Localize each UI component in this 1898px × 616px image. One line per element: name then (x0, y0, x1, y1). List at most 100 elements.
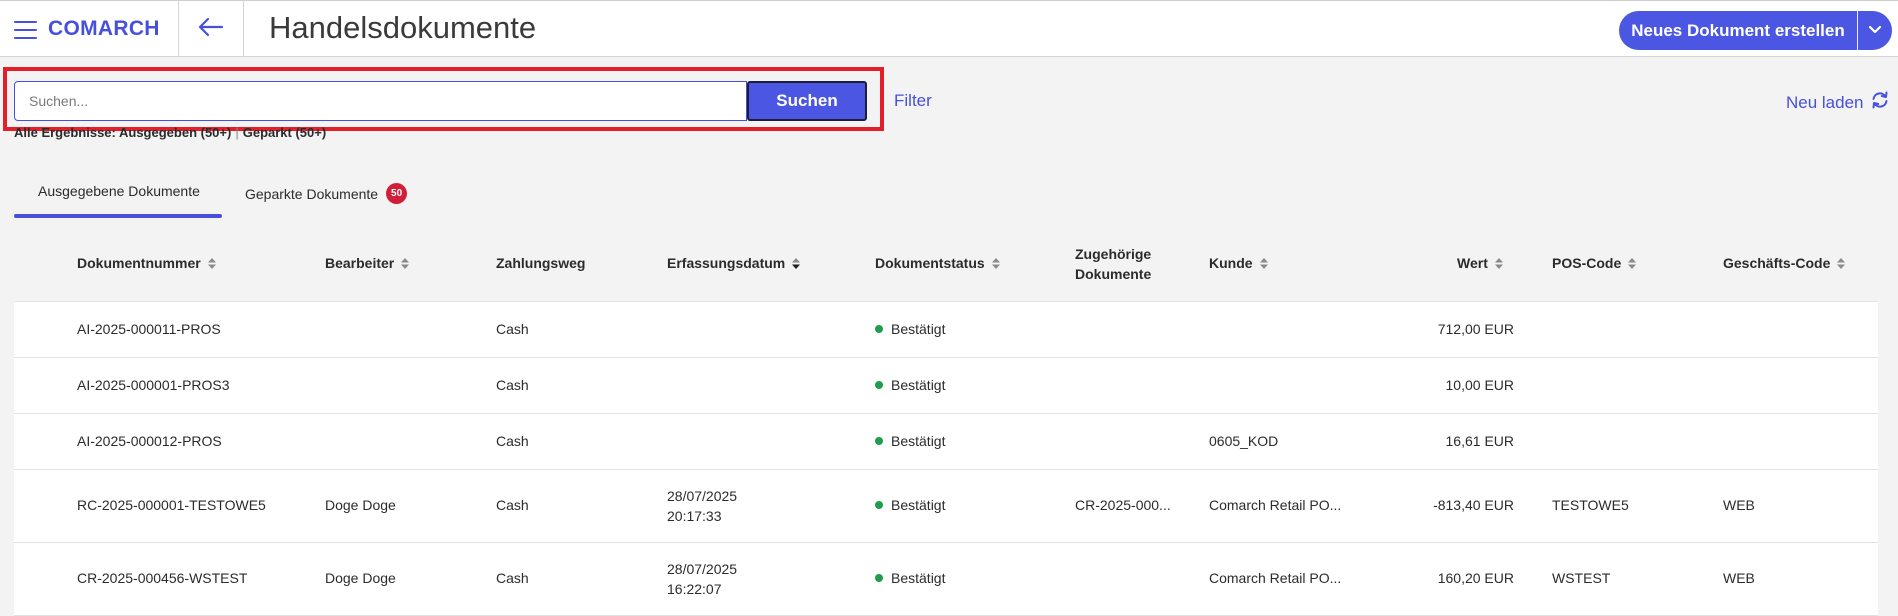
tab-parked-documents[interactable]: Geparkte Dokumente 50 (245, 183, 408, 204)
new-document-split-button: Neues Dokument erstellen (1619, 11, 1892, 50)
status-label: Bestätigt (891, 570, 946, 586)
chevron-down-icon (1868, 22, 1882, 40)
cell-date: 28/07/2025 16:22:07 (667, 559, 737, 599)
menu-icon[interactable] (14, 21, 37, 39)
status-dot-icon (875, 437, 883, 445)
results-summary: Alle Ergebnisse: Ausgegeben (50+) | Gepark… (14, 125, 326, 141)
refresh-icon (1870, 91, 1890, 114)
status-dot-icon (875, 381, 883, 389)
cell-value: 712,00 EUR (1437, 321, 1514, 337)
cell-value: 10,00 EUR (1445, 377, 1514, 393)
status-dot-icon (875, 574, 883, 582)
arrow-left-icon (198, 17, 224, 42)
column-label-line1: Zugehörige (1075, 246, 1152, 262)
sort-icon[interactable] (1627, 257, 1637, 270)
cell-value: 160,20 EUR (1437, 570, 1514, 586)
column-header-pos-code[interactable]: POS-Code (1552, 255, 1637, 271)
comarch-logo: COMARCH (48, 17, 160, 40)
cell-doc-number: CR-2025-000456-WSTEST (77, 570, 248, 586)
column-header-date[interactable]: Erfassungsdatum (667, 255, 801, 271)
cell-payment: Cash (496, 377, 529, 393)
cell-date: 28/07/2025 20:17:33 (667, 486, 737, 526)
status-dot-icon (875, 325, 883, 333)
time-value: 20:17:33 (667, 508, 722, 524)
cell-clerk: Doge Doge (325, 497, 396, 513)
sort-icon[interactable] (991, 257, 1001, 270)
sort-icon[interactable] (207, 257, 217, 270)
new-document-dropdown-button[interactable] (1858, 11, 1892, 50)
cell-payment: Cash (496, 321, 529, 337)
cell-payment: Cash (496, 570, 529, 586)
cell-value: -813,40 EUR (1433, 497, 1514, 513)
table-row[interactable]: AI-2025-000012-PROS Cash Bestätigt 0605_… (14, 414, 1878, 470)
cell-status: Bestätigt (875, 377, 945, 393)
split-divider (1857, 11, 1858, 50)
column-header-payment: Zahlungsweg (496, 255, 585, 271)
new-document-button[interactable]: Neues Dokument erstellen (1619, 11, 1857, 50)
cell-payment: Cash (496, 497, 529, 513)
cell-pos-code: WSTEST (1552, 570, 1611, 586)
column-header-clerk[interactable]: Bearbeiter (325, 255, 410, 271)
cell-status: Bestätigt (875, 497, 945, 513)
cell-status: Bestätigt (875, 570, 945, 586)
sort-icon[interactable] (1494, 257, 1504, 270)
app-header: COMARCH Handelsdokumente Neues Dokument … (0, 0, 1898, 57)
page-title: Handelsdokumente (269, 10, 537, 45)
results-issued: Alle Ergebnisse: Ausgegeben (50+) (14, 125, 232, 140)
column-header-related-documents: Zugehörige Dokumente (1075, 244, 1151, 284)
status-label: Bestätigt (891, 497, 946, 513)
status-dot-icon (875, 501, 883, 509)
sort-icon[interactable] (1259, 257, 1269, 270)
cell-customer: Comarch Retail PO... (1209, 570, 1342, 586)
cell-related-link[interactable]: CR-2025-000... (1075, 497, 1171, 513)
cell-doc-number: AI-2025-000001-PROS3 (77, 377, 230, 393)
column-label: Kunde (1209, 255, 1253, 271)
cell-doc-number: RC-2025-000001-TESTOWE5 (77, 497, 266, 513)
column-label: Dokumentstatus (875, 255, 985, 271)
sort-icon[interactable] (1836, 257, 1846, 270)
cell-pos-code: TESTOWE5 (1552, 497, 1629, 513)
cell-payment: Cash (496, 433, 529, 449)
table-row[interactable]: AI-2025-000001-PROS3 Cash Bestätigt 10,0… (14, 358, 1878, 414)
search-highlight-frame (3, 67, 884, 131)
column-label: Zahlungsweg (496, 255, 586, 271)
column-label: Dokumentnummer (77, 255, 201, 271)
active-tab-indicator (14, 214, 222, 218)
cell-clerk: Doge Doge (325, 570, 396, 586)
cell-doc-number: AI-2025-000012-PROS (77, 433, 222, 449)
column-header-status[interactable]: Dokumentstatus (875, 255, 1001, 271)
column-label: Bearbeiter (325, 255, 395, 271)
cell-business-code: WEB (1723, 570, 1755, 586)
documents-table: AI-2025-000011-PROS Cash Bestätigt 712,0… (14, 301, 1878, 616)
cell-customer: Comarch Retail PO... (1209, 497, 1342, 513)
results-parked: Geparkt (50+) (242, 125, 327, 140)
column-header-value[interactable]: Wert (1457, 255, 1504, 271)
column-header-business-code[interactable]: Geschäfts-Code (1723, 255, 1846, 271)
cell-customer: 0605_KOD (1209, 433, 1279, 449)
table-row[interactable]: CR-2025-000456-WSTEST Doge Doge Cash 28/… (14, 543, 1878, 616)
cell-doc-number: AI-2025-000011-PROS (77, 321, 221, 337)
time-value: 16:22:07 (667, 581, 722, 597)
table-row[interactable]: RC-2025-000001-TESTOWE5 Doge Doge Cash 2… (14, 470, 1878, 543)
column-header-customer[interactable]: Kunde (1209, 255, 1269, 271)
date-value: 28/07/2025 (667, 561, 738, 577)
tab-issued-documents[interactable]: Ausgegebene Dokumente (38, 183, 200, 199)
cell-value: 16,61 EUR (1445, 433, 1514, 449)
back-button[interactable] (179, 1, 244, 57)
column-label: POS-Code (1552, 255, 1622, 271)
results-separator: | (235, 125, 239, 140)
filter-link[interactable]: Filter (894, 91, 932, 111)
column-label: Wert (1457, 255, 1488, 271)
brand-area: COMARCH (0, 1, 179, 57)
column-header-doc-number[interactable]: Dokumentnummer (77, 255, 217, 271)
reload-button[interactable]: Neu laden (1786, 91, 1890, 114)
status-label: Bestätigt (891, 377, 946, 393)
status-label: Bestätigt (891, 433, 946, 449)
sort-descending-icon[interactable] (791, 257, 801, 270)
reload-label: Neu laden (1786, 92, 1864, 112)
parked-count-badge: 50 (386, 183, 408, 204)
tab-parked-label: Geparkte Dokumente (245, 185, 379, 202)
table-row[interactable]: AI-2025-000011-PROS Cash Bestätigt 712,0… (14, 302, 1878, 358)
column-label: Geschäfts-Code (1723, 255, 1831, 271)
sort-icon[interactable] (400, 257, 410, 270)
